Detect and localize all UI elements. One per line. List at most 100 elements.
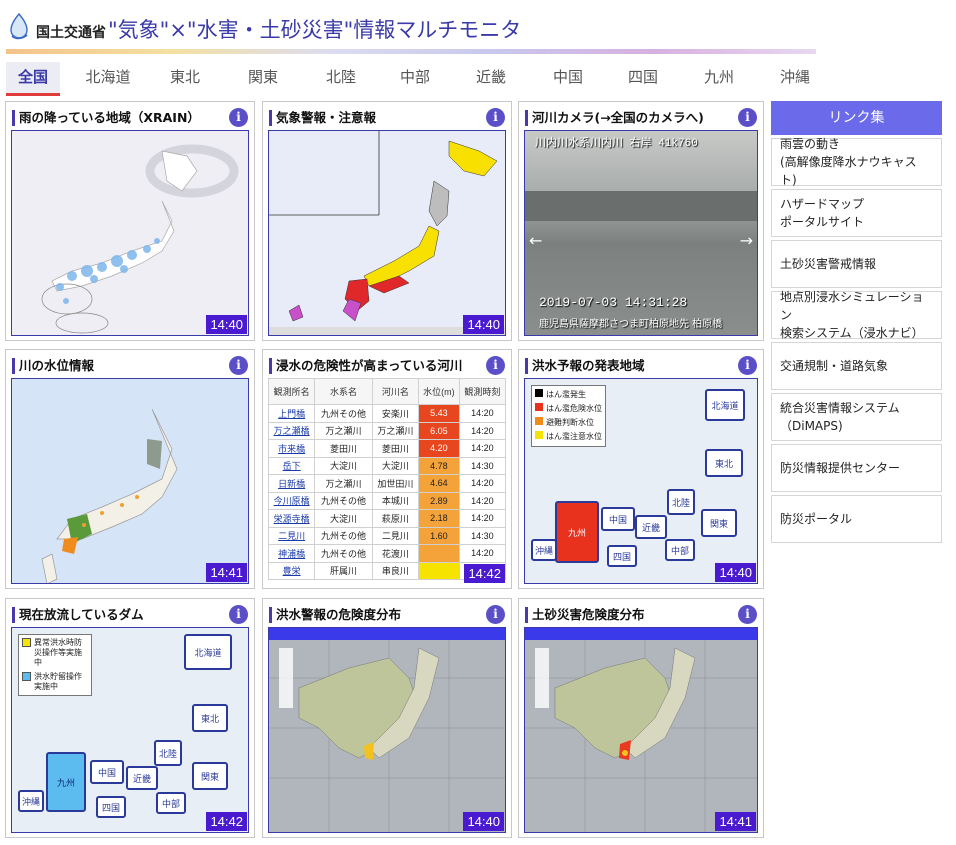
river-level-map[interactable]: 14:41 <box>11 378 249 584</box>
region-kyushu[interactable]: 九州 <box>46 752 86 812</box>
panel-dams[interactable]: 現在放流しているダム i 異常洪水時防災操作等実施中 洪水貯留操作実施中 北海道… <box>5 598 255 838</box>
region-kinki[interactable]: 近畿 <box>126 766 158 790</box>
info-icon[interactable]: i <box>486 605 505 624</box>
region-hokuriku[interactable]: 北陸 <box>667 489 695 515</box>
legend-swatch <box>22 672 31 681</box>
region-chugoku[interactable]: 中国 <box>601 507 635 531</box>
region-kyushu[interactable]: 九州 <box>555 501 599 563</box>
table-row: 日新橋 万之瀬川 加世田川 4.64 14:20 <box>268 474 506 493</box>
info-icon[interactable]: i <box>229 356 248 375</box>
region-label: 中国 <box>608 515 627 526</box>
table-cell: 肝属川 <box>314 561 373 580</box>
river-camera-image[interactable]: 川内川水系川内川 右岸 41k760 ← → 2019-07-03 14:31:… <box>524 130 758 336</box>
station-link[interactable]: 豊栄 <box>268 561 316 580</box>
region-label: 沖縄 <box>534 546 553 557</box>
table-cell: 6.05 <box>418 421 460 440</box>
tab-kanto[interactable]: 関東 <box>236 62 290 96</box>
arrow-right-icon[interactable]: → <box>740 231 753 250</box>
region-shikoku[interactable]: 四国 <box>607 545 637 567</box>
table-cell: 4.78 <box>418 456 460 475</box>
region-tohoku[interactable]: 東北 <box>192 704 228 732</box>
region-chugoku[interactable]: 中国 <box>90 760 124 784</box>
warning-map[interactable]: 14:40 <box>268 130 506 336</box>
tab-hokkaido[interactable]: 北海道 <box>78 62 138 96</box>
link-flood-navi[interactable]: 地点別浸水シミュレーション 検索システム（浸水ナビ） <box>771 290 942 340</box>
table-row: 万之瀬橋 万之瀬川 万之瀬川 6.05 14:20 <box>268 421 506 440</box>
table-cell: 大淀川 <box>314 509 373 528</box>
station-link[interactable]: 日新橋 <box>268 474 316 493</box>
region-hokkaido[interactable]: 北海道 <box>705 389 745 421</box>
region-hokkaido[interactable]: 北海道 <box>184 634 232 670</box>
table-cell: 14:20 <box>458 439 506 458</box>
camera-caption: 川内川水系川内川 右岸 41k760 <box>535 138 698 150</box>
site-title[interactable]: "気象"×"水害・土砂災害"情報マルチモニタ <box>108 14 521 44</box>
panel-landslide-danger[interactable]: 土砂災害危険度分布 i 14:41 <box>518 598 764 838</box>
info-icon[interactable]: i <box>738 108 757 127</box>
river-danger-table[interactable]: 観測所名 水系名 河川名 水位(m) 観測時刻 上門橋 九州その他 安楽川 5.43 1… <box>268 378 506 584</box>
xrain-map[interactable]: 14:40 <box>11 130 249 336</box>
info-icon[interactable]: i <box>229 108 248 127</box>
table-cell: 九州その他 <box>314 526 373 545</box>
panel-weather-warnings[interactable]: 気象警報・注意報 i 14:40 <box>262 101 512 341</box>
tab-tohoku[interactable]: 東北 <box>158 62 212 96</box>
panel-flood-forecast[interactable]: 洪水予報の発表地域 i はん濫発生 はん濫危険水位 避難判断水位 はん濫注意水位… <box>518 349 764 589</box>
link-disaster-center[interactable]: 防災情報提供センター <box>771 444 942 492</box>
region-shikoku[interactable]: 四国 <box>96 796 126 818</box>
region-chubu[interactable]: 中部 <box>665 539 695 561</box>
region-kinki[interactable]: 近畿 <box>635 515 667 539</box>
station-link[interactable]: 今川原橋 <box>268 491 316 510</box>
region-tohoku[interactable]: 東北 <box>705 449 743 477</box>
table-cell: 14:20 <box>458 491 506 510</box>
panel-river-level[interactable]: 川の水位情報 i 14:41 <box>5 349 255 589</box>
station-link[interactable]: 神浦橋 <box>268 544 316 563</box>
info-icon[interactable]: i <box>738 356 757 375</box>
link-dimaps[interactable]: 統合災害情報システム （DiMAPS) <box>771 393 942 441</box>
flood-danger-map[interactable]: 14:40 <box>268 627 506 833</box>
region-okinawa[interactable]: 沖縄 <box>531 539 557 561</box>
tab-chubu[interactable]: 中部 <box>388 62 442 96</box>
panel-xrain[interactable]: 雨の降っている地域（XRAIN） i 14:40 <box>5 101 255 341</box>
info-icon[interactable]: i <box>486 108 505 127</box>
info-icon[interactable]: i <box>229 605 248 624</box>
tab-hokuriku[interactable]: 北陸 <box>314 62 368 96</box>
station-link[interactable]: 上門橋 <box>268 404 316 423</box>
station-link[interactable]: 万之瀬橋 <box>268 421 316 440</box>
dam-map[interactable]: 異常洪水時防災操作等実施中 洪水貯留操作実施中 北海道 東北 北陸 関東 中部 … <box>11 627 249 833</box>
station-link[interactable]: 栄源寺橋 <box>268 509 316 528</box>
flood-forecast-map[interactable]: はん濫発生 はん濫危険水位 避難判断水位 はん濫注意水位 北海道 東北 北陸 関… <box>524 378 758 584</box>
station-link[interactable]: 市来橋 <box>268 439 316 458</box>
link-disaster-portal[interactable]: 防災ポータル <box>771 495 942 543</box>
tab-kyushu[interactable]: 九州 <box>692 62 746 96</box>
region-chubu[interactable]: 中部 <box>156 792 186 814</box>
station-link[interactable]: 岳下 <box>268 456 316 475</box>
arrow-left-icon[interactable]: ← <box>529 231 542 250</box>
panel-flood-danger[interactable]: 洪水警報の危険度分布 i 14:40 <box>262 598 512 838</box>
map-header-bar <box>525 628 757 640</box>
panel-river-danger[interactable]: 浸水の危険性が高まっている河川 i 観測所名 水系名 河川名 水位(m) 観測時… <box>262 349 512 589</box>
panel-river-camera[interactable]: 河川カメラ(→全国のカメラへ) i 川内川水系川内川 右岸 41k760 ← →… <box>518 101 764 341</box>
info-icon[interactable]: i <box>738 605 757 624</box>
region-okinawa[interactable]: 沖縄 <box>18 790 44 812</box>
tab-kinki[interactable]: 近畿 <box>464 62 518 96</box>
link-traffic-road[interactable]: 交通規制・道路気象 <box>771 342 942 390</box>
region-label: 関東 <box>200 772 219 783</box>
tab-okinawa[interactable]: 沖縄 <box>768 62 822 96</box>
station-link[interactable]: 二見川 <box>268 526 316 545</box>
legend-label: 避難判断水位 <box>546 418 594 427</box>
table-cell <box>418 561 460 580</box>
region-label: 中国 <box>97 768 116 779</box>
link-nowcast[interactable]: 雨雲の動き (高解像度降水ナウキャスト) <box>771 137 942 187</box>
table-cell: 4.64 <box>418 474 460 493</box>
landslide-danger-map[interactable]: 14:41 <box>524 627 758 833</box>
region-label: 東北 <box>714 459 733 470</box>
link-landslide-warning[interactable]: 土砂災害警戒情報 <box>771 240 942 288</box>
tab-chugoku[interactable]: 中国 <box>541 62 595 96</box>
tab-zenkoku[interactable]: 全国 <box>6 62 60 96</box>
info-icon[interactable]: i <box>486 356 505 375</box>
region-kanto[interactable]: 関東 <box>192 762 228 790</box>
link-hazard-map[interactable]: ハザードマップ ポータルサイト <box>771 189 942 237</box>
tab-shikoku[interactable]: 四国 <box>616 62 670 96</box>
region-kanto[interactable]: 関東 <box>701 509 737 537</box>
update-time: 14:42 <box>464 564 505 583</box>
region-hokuriku[interactable]: 北陸 <box>154 740 182 766</box>
